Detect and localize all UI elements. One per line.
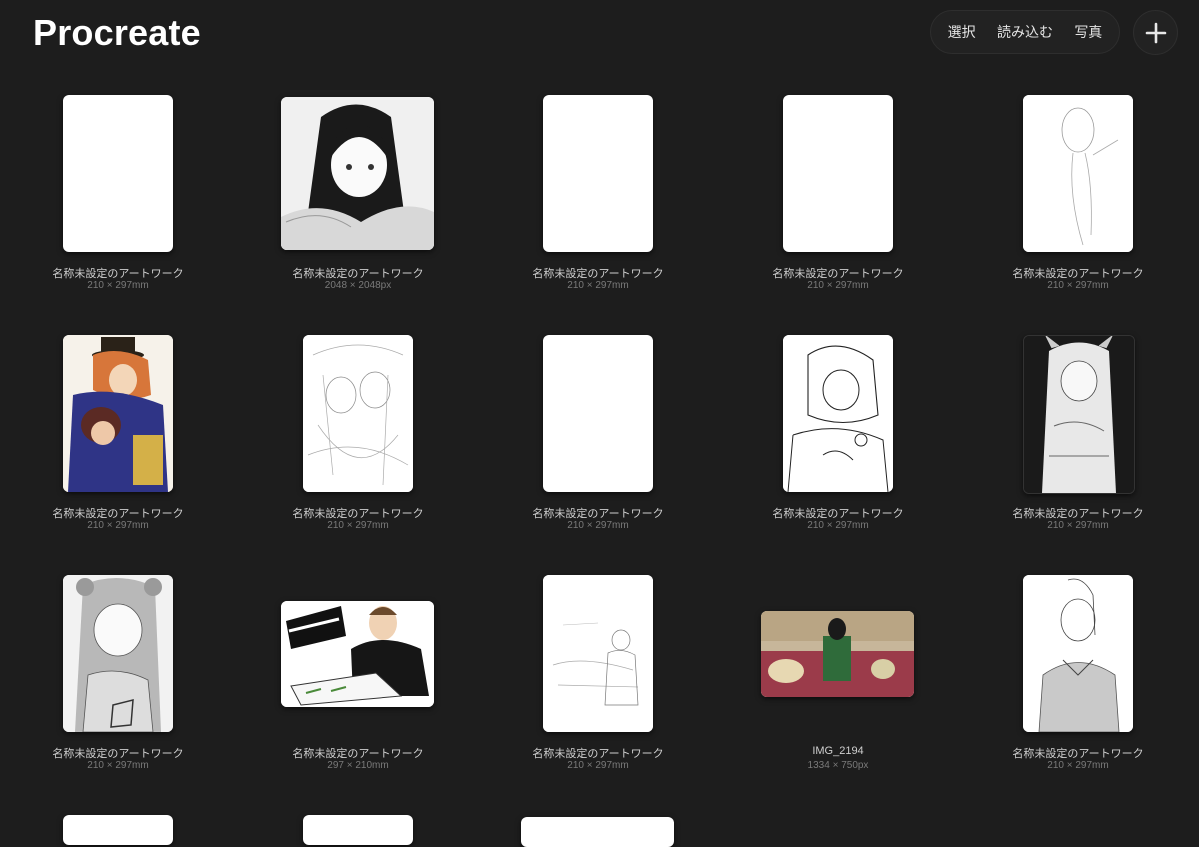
artwork-card[interactable]: 名称未設定のアートワーク 297 × 210mm — [258, 575, 458, 805]
artwork-title: IMG_2194 — [812, 745, 864, 757]
artwork-title: 名称未設定のアートワーク — [1012, 508, 1144, 520]
artwork-card[interactable]: 名称未設定のアートワーク 210 × 297mm — [978, 335, 1178, 565]
artwork-size: 210 × 297mm — [807, 520, 869, 531]
artwork-card[interactable]: 名称未設定のアートワーク 210 × 297mm — [258, 335, 458, 565]
artwork-size: 210 × 297mm — [1047, 760, 1109, 771]
artwork-thumbnail[interactable] — [1023, 575, 1133, 732]
artwork-title: 名称未設定のアートワーク — [532, 748, 664, 760]
artwork-card[interactable]: 名称未設定のアートワーク 210 × 297mm — [738, 335, 938, 565]
artwork-title: 名称未設定のアートワーク — [1012, 268, 1144, 280]
artwork-card[interactable]: 名称未設定のアートワーク 210 × 297mm — [18, 95, 218, 325]
artwork-thumbnail[interactable] — [303, 335, 413, 492]
artwork-size: 210 × 297mm — [87, 520, 149, 531]
artwork-title: 名称未設定のアートワーク — [52, 268, 184, 280]
artwork-card[interactable]: 名称未設定のアートワーク 210 × 297mm — [18, 335, 218, 565]
import-button[interactable]: 読み込む — [997, 22, 1053, 42]
artwork-thumbnail[interactable] — [281, 97, 434, 250]
artwork-thumbnail[interactable] — [281, 601, 434, 707]
artwork-thumbnail[interactable] — [543, 575, 653, 732]
artwork-thumbnail[interactable] — [63, 575, 173, 732]
artwork-card[interactable]: 名称未設定のアートワーク 210 × 297mm — [498, 335, 698, 565]
artwork-card[interactable]: 名称未設定のアートワーク 210 × 297mm — [978, 575, 1178, 805]
artwork-card[interactable]: 名称未設定のアートワーク 210 × 297mm — [18, 575, 218, 805]
plus-icon — [1145, 22, 1166, 43]
artwork-size: 1334 × 750px — [807, 760, 869, 771]
new-canvas-button[interactable] — [1133, 10, 1178, 55]
artwork-thumbnail[interactable] — [303, 815, 413, 845]
artwork-card[interactable]: IMG_2194 1334 × 750px — [738, 575, 938, 805]
artwork-thumbnail[interactable] — [783, 95, 893, 252]
artwork-thumbnail[interactable] — [63, 335, 173, 492]
artwork-card[interactable]: 名称未設定のアートワーク 210 × 297mm — [738, 95, 938, 325]
artwork-title: 名称未設定のアートワーク — [772, 268, 904, 280]
artwork-size: 2048 × 2048px — [324, 280, 392, 291]
app-title: Procreate — [33, 12, 201, 53]
artwork-title: 名称未設定のアートワーク — [532, 268, 664, 280]
artwork-size: 210 × 297mm — [807, 280, 869, 291]
artwork-thumbnail[interactable] — [1023, 95, 1133, 252]
artwork-size: 210 × 297mm — [1047, 520, 1109, 531]
artwork-thumbnail[interactable] — [63, 815, 173, 845]
artwork-thumbnail[interactable] — [761, 611, 914, 697]
artwork-title: 名称未設定のアートワーク — [292, 508, 424, 520]
artwork-card[interactable]: 名称未設定のアートワーク 210 × 297mm — [498, 95, 698, 325]
select-button[interactable]: 選択 — [948, 22, 976, 42]
toolbar: 選択 読み込む 写真 — [930, 10, 1120, 54]
artwork-title: 名称未設定のアートワーク — [52, 508, 184, 520]
artwork-thumbnail[interactable] — [63, 95, 173, 252]
artwork-thumbnail[interactable] — [543, 335, 653, 492]
artwork-card[interactable]: 名称未設定のアートワーク 2048 × 2048px — [258, 95, 458, 325]
artwork-title: 名称未設定のアートワーク — [292, 268, 424, 280]
artwork-thumbnail[interactable] — [1023, 335, 1135, 494]
artwork-title: 名称未設定のアートワーク — [532, 508, 664, 520]
artwork-size: 210 × 297mm — [567, 520, 629, 531]
artwork-size: 210 × 297mm — [327, 520, 389, 531]
artwork-title: 名称未設定のアートワーク — [1012, 748, 1144, 760]
artwork-card[interactable]: 名称未設定のアートワーク 210 × 297mm — [978, 95, 1178, 325]
artwork-card[interactable]: 名称未設定のアートワーク 210 × 297mm — [498, 575, 698, 805]
artwork-thumbnail[interactable] — [783, 335, 893, 492]
artwork-title: 名称未設定のアートワーク — [772, 508, 904, 520]
artwork-size: 210 × 297mm — [87, 280, 149, 291]
artwork-size: 210 × 297mm — [87, 760, 149, 771]
artwork-thumbnail[interactable] — [543, 95, 653, 252]
artwork-size: 210 × 297mm — [1047, 280, 1109, 291]
artwork-size: 297 × 210mm — [327, 760, 389, 771]
artwork-title: 名称未設定のアートワーク — [292, 748, 424, 760]
artwork-thumbnail[interactable] — [521, 817, 674, 847]
artwork-size: 210 × 297mm — [567, 760, 629, 771]
artwork-size: 210 × 297mm — [567, 280, 629, 291]
photo-button[interactable]: 写真 — [1074, 22, 1102, 42]
artwork-title: 名称未設定のアートワーク — [52, 748, 184, 760]
